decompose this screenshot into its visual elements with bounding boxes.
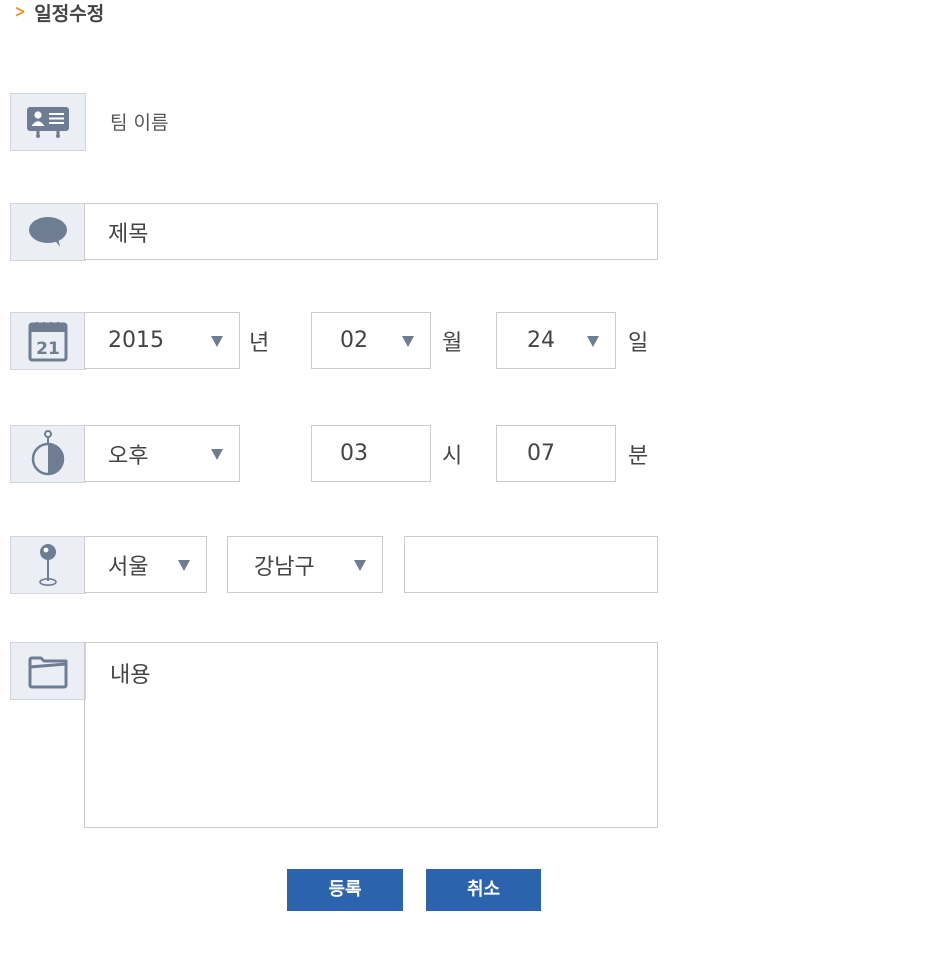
dropdown-caret-icon	[211, 335, 223, 347]
calendar-icon: 21	[28, 322, 68, 362]
minute-value: 07	[527, 441, 555, 466]
city-value: 서울	[108, 554, 149, 580]
chevron-right-icon: >	[14, 2, 26, 22]
stopwatch-icon	[31, 430, 65, 476]
location-icon-box	[10, 536, 86, 594]
ampm-value: 오후	[108, 443, 149, 469]
page-title: > 일정수정	[13, 0, 105, 25]
city-select[interactable]: 서울	[84, 536, 207, 593]
hour-unit: 시	[442, 443, 463, 469]
year-value: 2015	[108, 328, 164, 353]
year-select[interactable]: 2015	[84, 312, 240, 369]
minute-unit: 분	[628, 443, 649, 469]
month-value: 02	[340, 328, 368, 353]
dropdown-caret-icon	[587, 335, 599, 347]
day-unit: 일	[628, 330, 649, 356]
district-value: 강남구	[254, 554, 315, 580]
dropdown-caret-icon	[354, 559, 366, 571]
subject-icon-box	[10, 203, 86, 261]
year-unit: 년	[249, 330, 270, 356]
map-pin-icon	[39, 544, 57, 586]
content-textarea[interactable]: 내용	[84, 642, 658, 828]
folder-icon	[28, 656, 68, 689]
month-unit: 월	[442, 330, 463, 356]
team-icon-box	[10, 93, 86, 151]
district-select[interactable]: 강남구	[227, 536, 383, 593]
time-icon-box	[10, 425, 86, 483]
date-icon-box: 21	[10, 312, 86, 370]
location-detail-input[interactable]	[404, 536, 658, 593]
ampm-select[interactable]: 오후	[84, 425, 240, 482]
month-select[interactable]: 02	[311, 312, 431, 369]
hour-value: 03	[340, 441, 368, 466]
hour-input[interactable]: 03	[311, 425, 431, 482]
dropdown-caret-icon	[178, 559, 190, 571]
svg-text:21: 21	[36, 339, 60, 359]
speech-bubble-icon	[29, 217, 67, 247]
content-placeholder: 내용	[110, 663, 151, 688]
cancel-button[interactable]: 취소	[426, 869, 541, 911]
schedule-edit-page: > 일정수정 팀 이름 제목 21 2015 년 02 월 24 일 오후 03…	[0, 0, 932, 977]
subject-placeholder: 제목	[108, 221, 149, 247]
content-icon-box	[10, 642, 86, 700]
day-value: 24	[527, 328, 555, 353]
subject-input[interactable]: 제목	[84, 203, 658, 260]
id-card-icon	[27, 107, 69, 138]
team-name: 팀 이름	[110, 112, 169, 134]
dropdown-caret-icon	[402, 335, 414, 347]
minute-input[interactable]: 07	[496, 425, 616, 482]
dropdown-caret-icon	[211, 448, 223, 460]
day-select[interactable]: 24	[496, 312, 616, 369]
register-button[interactable]: 등록	[287, 869, 403, 911]
page-title-text: 일정수정	[34, 2, 105, 25]
